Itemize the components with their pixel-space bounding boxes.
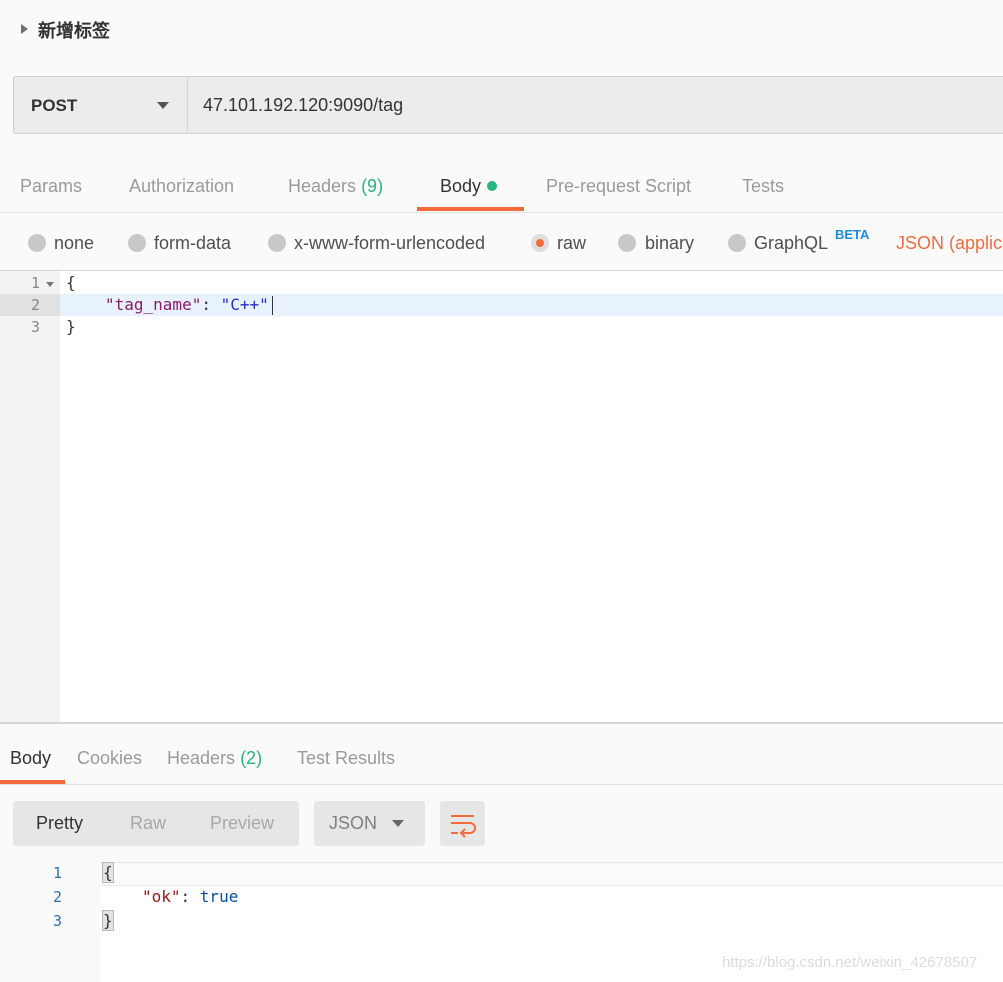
tab-pre-request-script[interactable]: Pre-request Script [546, 176, 691, 197]
code-open-brace: { [66, 273, 76, 292]
url-input[interactable] [188, 77, 1003, 133]
response-active-line [100, 862, 1003, 886]
response-tab-cookies[interactable]: Cookies [77, 748, 142, 769]
radio-label-none[interactable]: none [54, 233, 94, 254]
tab-body[interactable]: Body [440, 176, 498, 197]
line-number: 3 [30, 318, 40, 336]
matching-brace: } [102, 910, 114, 931]
request-name[interactable]: 新增标签 [38, 17, 110, 43]
json-value: true [199, 887, 239, 906]
response-tab-body[interactable]: Body [10, 748, 51, 769]
json-colon: : [201, 295, 221, 314]
response-tab-test-results[interactable]: Test Results [297, 748, 395, 769]
json-colon: : [180, 887, 200, 906]
tab-headers[interactable]: Headers (9) [288, 176, 383, 197]
radio-graphql[interactable] [728, 234, 746, 252]
preview-button[interactable]: Preview [210, 813, 274, 834]
tab-label: Tests [742, 176, 785, 196]
beta-badge: BETA [835, 227, 870, 242]
response-tab-headers[interactable]: Headers (2) [167, 748, 262, 769]
caret-right-icon[interactable] [21, 24, 28, 34]
active-tab-indicator [417, 207, 524, 211]
radio-none[interactable] [28, 234, 46, 252]
tab-label: Headers [167, 748, 236, 768]
tab-tests[interactable]: Tests [742, 176, 784, 197]
raw-button[interactable]: Raw [130, 813, 166, 834]
response-open-brace: { [102, 862, 114, 883]
editor-gutter [0, 271, 60, 722]
radio-label-graphql[interactable]: GraphQL [754, 233, 828, 254]
headers-count: (9) [361, 176, 384, 196]
radio-raw[interactable] [531, 234, 549, 252]
json-value: "C++" [220, 295, 269, 314]
response-close-brace: } [102, 910, 114, 931]
fold-arrow-icon[interactable] [46, 282, 54, 287]
radio-label-form-data[interactable]: form-data [154, 233, 231, 254]
response-line-2: "ok": true [142, 887, 238, 906]
method-label: POST [31, 96, 78, 115]
radio-label-binary[interactable]: binary [645, 233, 694, 254]
tab-label: Body [10, 748, 52, 768]
radio-label-raw[interactable]: raw [557, 233, 586, 254]
code-line-2: "tag_name": "C++" [105, 295, 269, 314]
tab-label: Headers [288, 176, 357, 196]
headers-count: (2) [240, 748, 263, 768]
pretty-button[interactable]: Pretty [36, 813, 83, 834]
radio-binary[interactable] [618, 234, 636, 252]
content-type-dropdown[interactable]: JSON (applica [896, 233, 1003, 254]
response-tabs-divider [0, 784, 1003, 785]
line-number: 1 [30, 274, 40, 292]
wrap-lines-icon [451, 815, 476, 838]
line-number: 2 [52, 888, 62, 906]
matching-brace: { [102, 862, 114, 883]
tab-label: Body [440, 176, 482, 196]
line-number: 2 [30, 296, 40, 314]
chevron-down-icon [157, 102, 169, 109]
radio-label-x-www-form-urlencoded[interactable]: x-www-form-urlencoded [294, 233, 485, 254]
tab-label: Authorization [129, 176, 235, 196]
tab-label: Params [20, 176, 83, 196]
tab-params[interactable]: Params [20, 176, 82, 197]
tab-label: Test Results [297, 748, 396, 768]
format-label: JSON [329, 813, 378, 833]
json-key: "tag_name" [105, 295, 202, 314]
body-status-dot-icon [487, 181, 498, 191]
json-key: "ok" [142, 887, 181, 906]
request-header [0, 0, 1003, 60]
radio-x-www-form-urlencoded[interactable] [268, 234, 286, 252]
tabs-divider [0, 212, 1003, 213]
text-cursor [272, 296, 273, 315]
line-number: 3 [52, 912, 62, 930]
radio-form-data[interactable] [128, 234, 146, 252]
tab-label: Pre-request Script [546, 176, 692, 196]
body-editor[interactable] [0, 270, 1003, 723]
tab-authorization[interactable]: Authorization [129, 176, 234, 197]
wrap-lines-button[interactable] [440, 801, 485, 846]
chevron-down-icon [392, 820, 404, 827]
line-number: 1 [52, 864, 62, 882]
tab-label: Cookies [77, 748, 143, 768]
code-close-brace: } [66, 317, 76, 336]
watermark: https://blog.csdn.net/weixin_42678507 [722, 954, 978, 971]
